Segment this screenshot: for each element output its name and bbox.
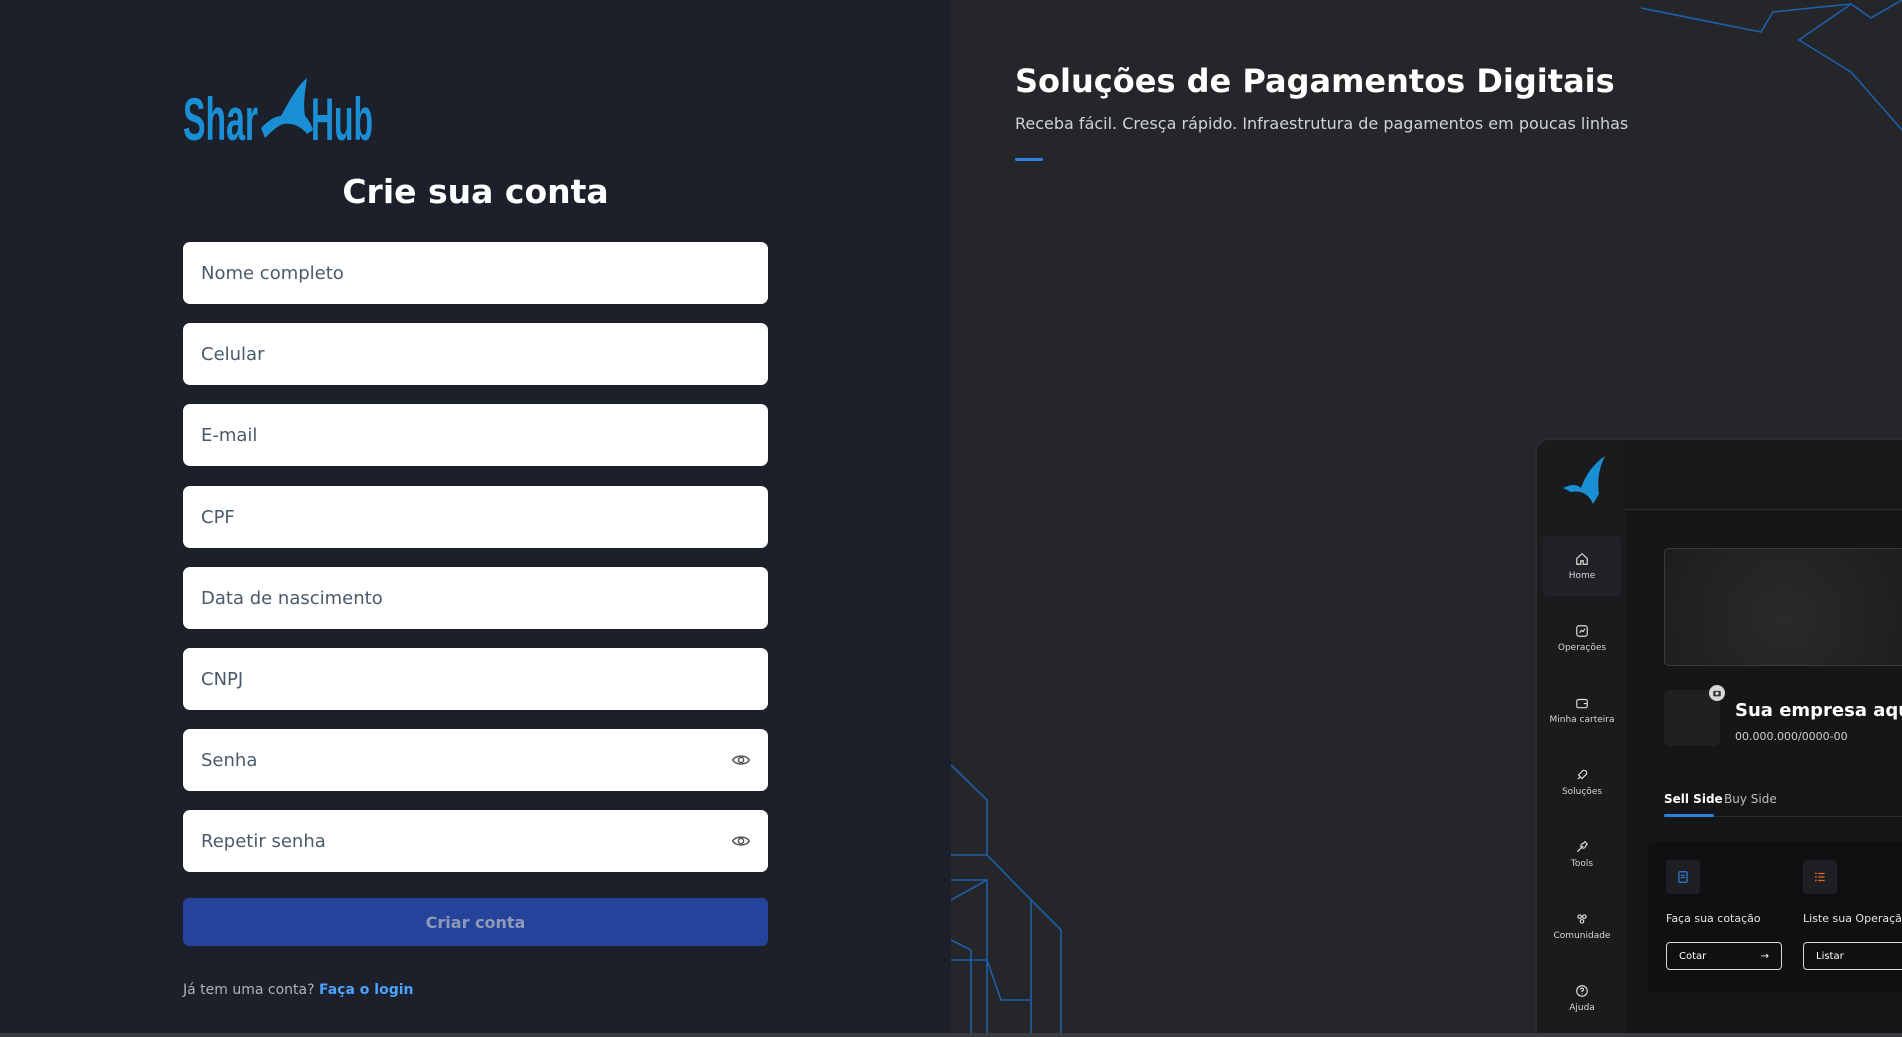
mockup-tab-sell-side: Sell Side [1664,792,1723,806]
mockup-nav-label: Ajuda [1569,1002,1595,1013]
hero-title: Soluções de Pagamentos Digitais [1015,62,1615,100]
mockup-card-button: Cotar → [1666,942,1782,970]
page-title: Crie sua conta [342,172,609,211]
cpf-field[interactable] [183,486,768,548]
mockup-card-button-label: Listar [1816,950,1844,962]
show-repeat-password-eye-icon[interactable] [732,832,750,850]
password-input[interactable] [201,729,732,791]
mockup-nav-label: Soluções [1561,786,1603,797]
hero-subtitle: Receba fácil. Cresça rápido. Infraestrut… [1015,114,1629,133]
mockup-nav-label: Comunidade [1553,930,1611,941]
full-name-input[interactable] [201,242,750,304]
help-icon [1576,984,1588,997]
rocket-icon [1577,769,1588,779]
repeat-password-input[interactable] [201,810,732,872]
list-icon [1803,860,1837,894]
mockup-nav-solucoes: Soluções [1543,752,1621,812]
window-bottom-edge [0,1033,1902,1037]
mockup-card-button: Listar [1803,942,1902,970]
mockup-nav-home: Home [1543,536,1621,596]
home-icon [1576,552,1588,565]
phone-input[interactable] [201,323,750,385]
wrench-icon [1576,840,1589,852]
mockup-nav-comunidade: Comunidade [1543,896,1621,956]
login-link[interactable]: Faça o login [319,982,414,998]
mockup-nav-label: Tools [1570,858,1594,869]
mockup-cover-banner [1664,548,1902,666]
mockup-card-label: Liste sua Operação [1803,912,1902,925]
mockup-nav-carteira: Minha carteira [1543,680,1621,740]
mockup-topbar [1625,440,1902,510]
repeat-password-field[interactable] [183,810,768,872]
mockup-company-cnpj: 00.000.000/0000-00 [1735,730,1848,743]
sharkhub-logo: Shar Hub [183,72,373,153]
signup-panel: Shar Hub Crie sua conta Criar [0,0,951,1037]
mockup-nav-label: Operações [1557,642,1607,653]
mockup-company-name: Sua empresa aqui [1735,700,1902,721]
document-icon [1666,860,1700,894]
mockup-card-cotacao: Faça sua cotação Cotar → [1648,842,1800,992]
full-name-field[interactable] [183,242,768,304]
password-field[interactable] [183,729,768,791]
wallet-icon [1576,698,1588,708]
cnpj-input[interactable] [201,648,750,710]
arrow-right-icon: → [1760,950,1769,962]
mockup-nav-label: Home [1568,570,1596,581]
app-preview-mockup: Home Operações Minha carteira Soluções T… [1535,438,1902,1037]
mockup-card-label: Faça sua cotação [1666,912,1761,925]
community-icon [1577,913,1587,924]
hero-accent-bar [1015,158,1043,161]
create-account-button[interactable]: Criar conta [183,898,768,946]
marketing-panel: Soluções de Pagamentos Digitais Receba f… [951,0,1902,1037]
mockup-tab-buy-side: Buy Side [1724,792,1777,806]
mockup-nav-label: Minha carteira [1549,714,1615,725]
show-password-eye-icon[interactable] [732,751,750,769]
svg-text:Hub: Hub [311,86,373,146]
mockup-sidebar: Home Operações Minha carteira Soluções T… [1537,440,1625,1037]
camera-icon [1709,685,1725,701]
mockup-tab-indicator [1664,814,1714,817]
cpf-input[interactable] [201,486,750,548]
email-input[interactable] [201,404,750,466]
mockup-card-button-label: Cotar [1679,950,1707,962]
svg-text:Shar: Shar [183,86,258,146]
cnpj-field[interactable] [183,648,768,710]
mockup-nav-ajuda: Ajuda [1543,968,1621,1028]
mockup-nav-tools: Tools [1543,824,1621,884]
phone-field[interactable] [183,323,768,385]
birth-date-input[interactable] [201,567,750,629]
login-prompt: Já tem uma conta? Faça o login [183,982,414,998]
shark-fin-logo-icon [1563,456,1605,504]
mockup-card-operacao: Liste sua Operação Listar [1785,842,1902,992]
mockup-nav-operacoes: Operações [1543,608,1621,668]
login-prompt-text: Já tem uma conta? [183,982,315,998]
chart-icon [1576,624,1588,637]
birth-date-field[interactable] [183,567,768,629]
email-field[interactable] [183,404,768,466]
